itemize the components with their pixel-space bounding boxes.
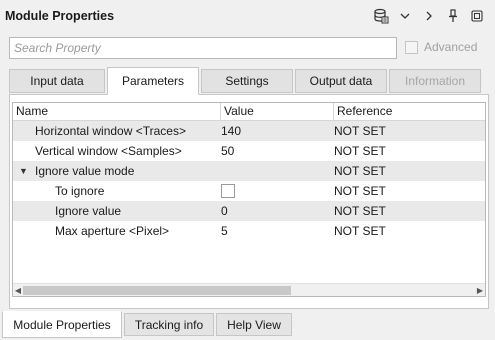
row-value[interactable]: 140 [221, 121, 334, 141]
scrollbar-thumb[interactable] [23, 286, 291, 295]
tab-label: Information [404, 74, 466, 88]
scroll-right-icon[interactable]: ▶ [475, 284, 485, 296]
tab-label: Input data [30, 74, 84, 88]
advanced-label: Advanced [424, 40, 478, 54]
tab-label: Help View [227, 317, 281, 332]
row-value-cell [221, 181, 334, 201]
row-reference[interactable]: NOT SET [334, 181, 485, 201]
row-value[interactable]: 50 [221, 141, 334, 161]
panel-title: Module Properties [5, 9, 115, 23]
tab-output-data[interactable]: Output data [295, 69, 387, 93]
row-name: Vertical window <Samples> [35, 144, 182, 158]
row-value [221, 161, 334, 181]
bottom-tab-bar: Module Properties Tracking info Help Vie… [2, 311, 492, 338]
grid-row-vertical-window[interactable]: Vertical window <Samples> 50 NOT SET [13, 141, 485, 161]
tab-help-view[interactable]: Help View [216, 313, 292, 336]
expand-arrow-icon[interactable]: ▼ [19, 161, 35, 181]
row-value[interactable]: 0 [221, 201, 334, 221]
row-reference[interactable]: NOT SET [334, 141, 485, 161]
property-grid: Name Value Reference Horizontal window <… [12, 102, 486, 297]
tab-label: Tracking info [134, 317, 204, 332]
tab-module-properties[interactable]: Module Properties [2, 311, 122, 338]
tab-settings[interactable]: Settings [201, 69, 293, 93]
grid-header: Name Value Reference [13, 103, 485, 121]
row-reference[interactable]: NOT SET [334, 121, 485, 141]
grid-row-ignore-value[interactable]: Ignore value 0 NOT SET [13, 201, 485, 221]
restore-icon[interactable] [465, 8, 489, 24]
title-toolbar [369, 8, 489, 24]
column-header-reference[interactable]: Reference [334, 103, 485, 121]
tab-input-data[interactable]: Input data [9, 69, 105, 93]
tab-label: Output data [309, 74, 373, 88]
row-name: Ignore value [55, 204, 122, 218]
row-name: Horizontal window <Traces> [35, 124, 186, 138]
tab-label: Settings [225, 74, 269, 88]
column-header-name[interactable]: Name [13, 103, 221, 121]
tab-label: Module Properties [13, 317, 111, 332]
chevron-right-icon[interactable] [417, 8, 441, 24]
row-reference[interactable]: NOT SET [334, 221, 485, 241]
parameters-panel: Name Value Reference Horizontal window <… [9, 94, 489, 309]
advanced-checkbox[interactable] [405, 40, 418, 54]
search-row: Advanced [9, 37, 489, 59]
column-header-value[interactable]: Value [221, 103, 334, 121]
row-name: Max aperture <Pixel> [55, 224, 170, 238]
title-bar: Module Properties [0, 0, 495, 32]
grid-row-ignore-value-mode[interactable]: ▼ Ignore value mode NOT SET [13, 161, 485, 181]
tab-label: Parameters [121, 74, 185, 88]
grid-row-horizontal-window[interactable]: Horizontal window <Traces> 140 NOT SET [13, 121, 485, 141]
row-name: To ignore [55, 184, 105, 198]
row-reference[interactable]: NOT SET [334, 161, 485, 181]
tab-tracking-info[interactable]: Tracking info [124, 313, 214, 336]
tab-parameters[interactable]: Parameters [107, 67, 199, 95]
tab-bar: Input data Parameters Settings Output da… [9, 67, 493, 95]
to-ignore-checkbox[interactable] [221, 184, 235, 198]
search-input[interactable] [9, 37, 397, 59]
row-reference[interactable]: NOT SET [334, 201, 485, 221]
grid-row-to-ignore[interactable]: To ignore NOT SET [13, 181, 485, 201]
row-name-group: ▼ Ignore value mode [13, 161, 221, 181]
row-name: Ignore value mode [35, 164, 135, 178]
grid-row-max-aperture[interactable]: Max aperture <Pixel> 5 NOT SET [13, 221, 485, 241]
database-icon[interactable] [369, 8, 393, 24]
chevron-down-icon[interactable] [393, 8, 417, 24]
advanced-toggle[interactable]: Advanced [405, 40, 477, 54]
horizontal-scrollbar[interactable]: ◀ ▶ [13, 283, 485, 296]
pin-icon[interactable] [441, 8, 465, 24]
tab-information: Information [389, 69, 481, 93]
scroll-left-icon[interactable]: ◀ [13, 284, 23, 296]
row-value[interactable]: 5 [221, 221, 334, 241]
